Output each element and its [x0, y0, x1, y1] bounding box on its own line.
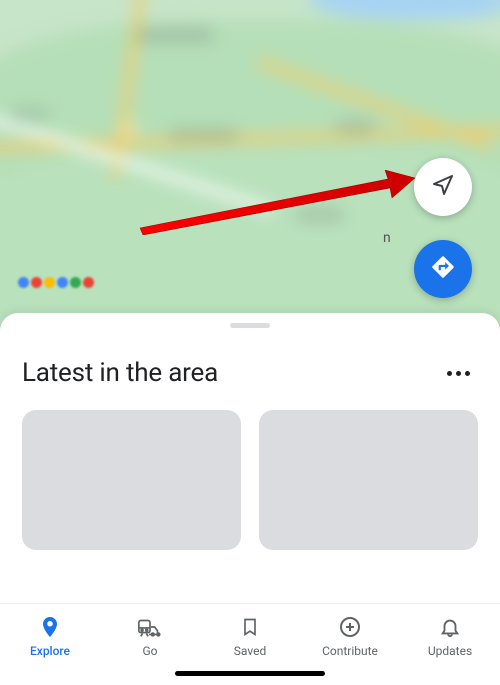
nav-label: Saved: [234, 644, 266, 658]
nav-label: Explore: [30, 644, 70, 658]
more-icon: [447, 371, 452, 376]
map-label-fragment: n: [383, 230, 391, 246]
home-indicator[interactable]: [175, 671, 325, 676]
recenter-location-button[interactable]: [414, 158, 472, 216]
directions-button[interactable]: [414, 240, 472, 298]
content-card[interactable]: [259, 410, 478, 550]
location-arrow-icon: [431, 173, 455, 201]
directions-icon: [430, 254, 456, 284]
nav-tab-updates[interactable]: Updates: [400, 604, 500, 685]
transit-icon: [137, 614, 163, 640]
content-card[interactable]: [22, 410, 241, 550]
bottom-sheet[interactable]: Latest in the area: [0, 313, 500, 613]
nav-label: Go: [142, 644, 157, 658]
bell-icon: [437, 614, 463, 640]
nav-label: Updates: [428, 644, 472, 658]
more-options-button[interactable]: [439, 363, 478, 384]
content-cards-row: [0, 410, 500, 550]
bookmark-icon: [237, 614, 263, 640]
nav-tab-explore[interactable]: Explore: [0, 604, 100, 685]
section-title: Latest in the area: [22, 358, 218, 388]
google-logo: [18, 277, 94, 288]
nav-label: Contribute: [322, 644, 378, 658]
plus-circle-icon: [337, 614, 363, 640]
pin-icon: [37, 614, 63, 640]
